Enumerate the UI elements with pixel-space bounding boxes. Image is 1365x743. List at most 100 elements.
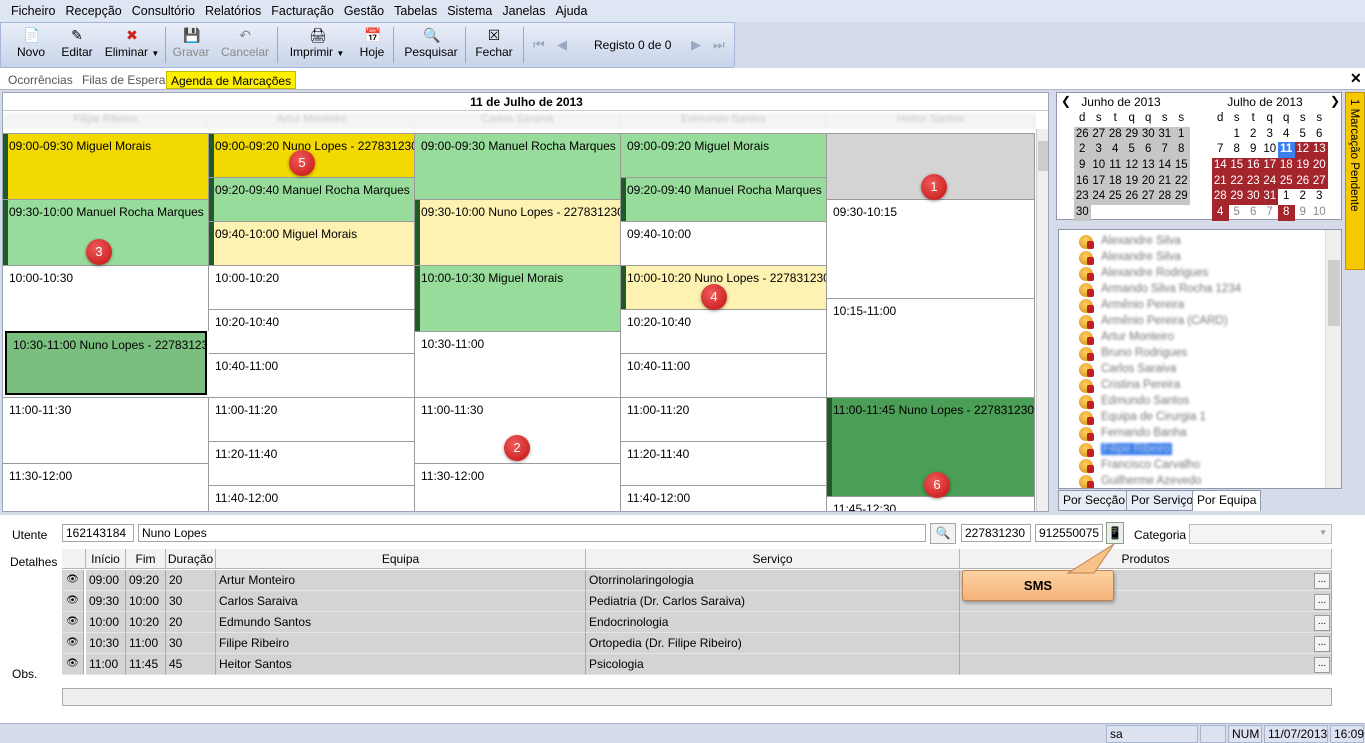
- next-month-icon[interactable]: ❯: [1330, 94, 1340, 108]
- appointment-slot[interactable]: 09:00-09:20 Miguel Morais: [621, 133, 827, 177]
- calendar-day[interactable]: 29: [1173, 189, 1190, 206]
- calendar-day[interactable]: 8: [1229, 142, 1246, 158]
- calendar-day[interactable]: 18: [1107, 173, 1124, 190]
- tree-item[interactable]: Armando Silva Rocha 1234: [1059, 282, 1329, 298]
- menu-consultorio[interactable]: Consultório: [127, 4, 200, 18]
- utente-name-field[interactable]: Nuno Lopes: [138, 524, 926, 542]
- time-slot[interactable]: 10:00-10:20: [209, 265, 415, 309]
- cancelar-button[interactable]: ↶ Cancelar: [219, 25, 271, 65]
- calendar-day[interactable]: 31: [1261, 189, 1278, 206]
- calendar-day[interactable]: 9: [1295, 205, 1312, 221]
- calendar-day[interactable]: 4: [1278, 127, 1295, 143]
- calendar-day[interactable]: 15: [1228, 158, 1245, 174]
- calendar-day[interactable]: 24: [1090, 189, 1107, 206]
- calendar-day[interactable]: 1: [1278, 189, 1295, 205]
- menu-ficheiro[interactable]: Ficheiro: [6, 4, 60, 18]
- calendar-day[interactable]: 16: [1245, 158, 1262, 174]
- tab-por-servico[interactable]: Por Serviço: [1126, 490, 1199, 511]
- time-slot[interactable]: 11:40-12:00: [209, 485, 415, 511]
- calendar-day[interactable]: 3: [1090, 142, 1107, 159]
- time-slot[interactable]: 10:20-10:40: [621, 309, 827, 353]
- calendar-day[interactable]: 7: [1262, 205, 1279, 221]
- time-slot[interactable]: 10:30-11:00: [415, 331, 621, 397]
- calendar-day[interactable]: 1: [1229, 127, 1246, 143]
- time-slot[interactable]: 11:20-11:40: [621, 441, 827, 485]
- fechar-button[interactable]: ☒ Fechar: [473, 25, 515, 65]
- editar-button[interactable]: ✎ Editar: [57, 25, 97, 65]
- calendar-day[interactable]: 2: [1295, 189, 1312, 205]
- calendar-day[interactable]: 13: [1311, 142, 1328, 159]
- calendar-day[interactable]: 22: [1173, 173, 1190, 190]
- tree-scrollbar[interactable]: [1325, 230, 1341, 488]
- view-row-button[interactable]: 👁: [62, 570, 84, 591]
- time-slot[interactable]: 09:40-10:00: [621, 221, 827, 265]
- view-row-button[interactable]: 👁: [62, 654, 84, 675]
- calendar-day[interactable]: 14: [1212, 158, 1229, 174]
- time-slot[interactable]: 11:40-12:00: [621, 485, 827, 511]
- products-more-button[interactable]: ...: [1314, 594, 1330, 610]
- calendar-day[interactable]: 11: [1107, 158, 1124, 174]
- calendar-day[interactable]: 30: [1140, 126, 1157, 143]
- calendar-day[interactable]: 14: [1156, 158, 1173, 174]
- calendar-day[interactable]: 23: [1074, 189, 1091, 206]
- appointment-slot[interactable]: 09:00-09:30 Manuel Rocha Marques: [415, 133, 621, 199]
- tree-item[interactable]: Artur Monteiro: [1059, 330, 1329, 346]
- tree-item[interactable]: Edmundo Santos: [1059, 394, 1329, 410]
- calendar-day[interactable]: 12: [1123, 158, 1140, 174]
- appointment-slot[interactable]: 10:00-10:30 Miguel Morais: [415, 265, 621, 331]
- calendar-day[interactable]: 12: [1294, 142, 1311, 159]
- calendar-day[interactable]: 10: [1090, 158, 1107, 174]
- appointment-slot[interactable]: 09:20-09:40 Manuel Rocha Marques: [621, 177, 827, 221]
- time-slot[interactable]: 09:30-10:15: [827, 199, 1035, 298]
- calendar-day[interactable]: 26: [1294, 173, 1311, 190]
- products-more-button[interactable]: ...: [1314, 573, 1330, 589]
- calendar-day[interactable]: 9: [1074, 158, 1091, 174]
- calendar-day[interactable]: 27: [1311, 173, 1328, 190]
- time-slot[interactable]: 10:15-11:00: [827, 298, 1035, 397]
- calendar-day[interactable]: 13: [1140, 158, 1157, 174]
- time-slot[interactable]: 11:30-12:00: [3, 463, 209, 511]
- calendar-day[interactable]: 3: [1262, 127, 1279, 143]
- calendar-day[interactable]: [1212, 127, 1229, 143]
- time-slot[interactable]: 10:40-11:00: [621, 353, 827, 397]
- time-slot[interactable]: 11:00-11:20: [621, 397, 827, 441]
- calendar-day[interactable]: 20: [1311, 158, 1328, 174]
- menu-ajuda[interactable]: Ajuda: [550, 4, 592, 18]
- tree-item[interactable]: Bruno Rodrigues: [1059, 346, 1329, 362]
- eliminar-button[interactable]: ✖ Eliminar ▼: [103, 25, 161, 65]
- calendar-day[interactable]: 8: [1278, 205, 1295, 221]
- tree-item[interactable]: Francisco Carvalho: [1059, 458, 1329, 474]
- calendar-day[interactable]: 28: [1212, 189, 1229, 206]
- calendar-day[interactable]: 25: [1107, 189, 1124, 206]
- calendar-day[interactable]: 7: [1212, 142, 1229, 158]
- calendar-day[interactable]: 8: [1173, 142, 1190, 159]
- calendar-day[interactable]: 17: [1090, 173, 1107, 190]
- calendar-day[interactable]: 30: [1245, 189, 1262, 206]
- calendar-day[interactable]: 6: [1311, 127, 1328, 143]
- calendar-day[interactable]: 10: [1311, 205, 1328, 221]
- time-slot[interactable]: 11:00-11:20: [209, 397, 415, 441]
- calendar-day[interactable]: 6: [1140, 142, 1157, 159]
- gravar-button[interactable]: 💾 Gravar: [171, 25, 211, 65]
- calendar-day[interactable]: 22: [1228, 173, 1245, 190]
- schedule-scrollbar[interactable]: [1036, 129, 1048, 511]
- calendar-day[interactable]: 29: [1123, 126, 1140, 143]
- close-tab-icon[interactable]: ✕: [1350, 70, 1362, 87]
- time-slot[interactable]: 11:00-11:30: [3, 397, 209, 463]
- time-slot[interactable]: 11:45-12:30: [827, 496, 1035, 511]
- calendar-day[interactable]: 11: [1278, 142, 1295, 159]
- tree-item[interactable]: Armênio Pereira: [1059, 298, 1329, 314]
- calendar-day[interactable]: 31: [1156, 126, 1173, 143]
- tab-ocorrencias[interactable]: Ocorrências: [4, 71, 77, 89]
- appointment-slot[interactable]: 09:00-09:30 Miguel Morais: [3, 133, 209, 199]
- tab-filas-de-espera[interactable]: Filas de Espera: [78, 71, 169, 89]
- calendar-day[interactable]: 3: [1311, 189, 1328, 205]
- menu-recepcao[interactable]: Recepção: [60, 4, 126, 18]
- view-row-button[interactable]: 👁: [62, 612, 84, 633]
- calendar-day[interactable]: 26: [1123, 189, 1140, 206]
- calendar-day[interactable]: 1: [1173, 126, 1190, 143]
- tree-item[interactable]: Alexandre Rodrigues: [1059, 266, 1329, 282]
- appointment-slot[interactable]: 09:40-10:00 Miguel Morais: [209, 221, 415, 265]
- time-slot[interactable]: 10:00-10:30: [3, 265, 209, 331]
- prev-record-icon[interactable]: ◀: [557, 37, 567, 53]
